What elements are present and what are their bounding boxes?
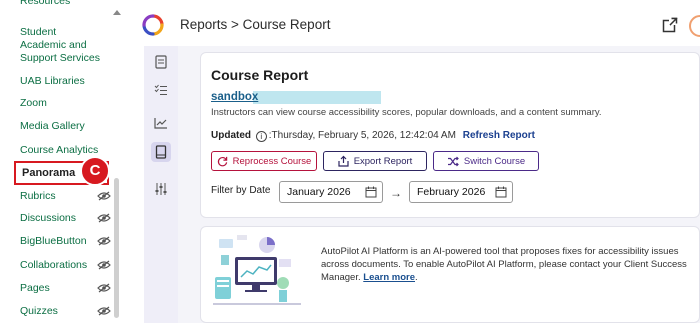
rail-course-report-icon[interactable]	[151, 142, 171, 162]
shuffle-icon	[447, 156, 459, 166]
nav-item-pages[interactable]: Pages	[20, 282, 50, 295]
nav-item-rubrics[interactable]: Rubrics	[20, 190, 56, 203]
updated-timestamp: :Thursday, February 5, 2026, 12:42:04 AM	[268, 130, 456, 141]
rail-checklist-icon[interactable]	[151, 80, 171, 100]
open-external-icon[interactable]	[662, 17, 678, 33]
scroll-up-arrow[interactable]	[113, 10, 121, 15]
date-from-picker[interactable]: January 2026	[279, 181, 383, 203]
rail-settings-sliders-icon[interactable]	[151, 179, 171, 199]
calendar-icon	[365, 186, 377, 198]
nav-item-panorama-label: Panorama	[22, 167, 76, 179]
updated-line: Updated i:Thursday, February 5, 2026, 12…	[211, 130, 535, 142]
user-avatar[interactable]	[689, 15, 700, 37]
redacted-course-name	[253, 91, 381, 104]
export-report-label: Export Report	[353, 155, 413, 167]
switch-course-label: Switch Course	[463, 155, 526, 167]
report-side-rail	[144, 46, 178, 323]
nav-item-discussions[interactable]: Discussions	[20, 212, 76, 225]
nav-item-collaborations[interactable]: Collaborations	[20, 259, 87, 272]
switch-course-button[interactable]: Switch Course	[433, 151, 539, 171]
autopilot-card: AutoPilot AI Platform is an AI-powered t…	[200, 226, 700, 323]
course-report-card: Course Report sandbox Instructors can vi…	[200, 52, 700, 218]
updated-label: Updated	[211, 130, 251, 141]
top-bar: Reports > Course Report	[132, 6, 700, 44]
nav-item-student-services[interactable]: Student Academic and Support Services	[20, 26, 104, 65]
arrow-right-icon: →	[390, 186, 402, 200]
upload-icon	[338, 155, 349, 167]
course-navigation: Resources Student Academic and Support S…	[0, 0, 124, 323]
date-to-picker[interactable]: February 2026	[409, 181, 513, 203]
nav-item-uab-libraries[interactable]: UAB Libraries	[20, 75, 85, 88]
nav-item-bigbluebutton[interactable]: BigBlueButton	[20, 235, 87, 248]
autopilot-period: .	[415, 272, 418, 283]
callout-badge: C	[80, 156, 110, 186]
nav-item-resources[interactable]: Resources	[20, 0, 70, 8]
hidden-eye-icon	[97, 283, 111, 293]
date-to-value: February 2026	[417, 186, 486, 198]
app-logo-icon	[142, 14, 164, 36]
rail-document-icon[interactable]	[151, 52, 171, 72]
date-from-value: January 2026	[287, 186, 351, 198]
report-app: Reports > Course Report Course Report sa…	[124, 0, 700, 323]
autopilot-description: AutoPilot AI Platform is an AI-powered t…	[321, 245, 691, 284]
reprocess-course-button[interactable]: Reprocess Course	[211, 151, 317, 171]
nav-item-media-gallery[interactable]: Media Gallery	[20, 120, 85, 133]
nav-item-zoom[interactable]: Zoom	[20, 97, 47, 110]
page-title: Course Report	[211, 67, 309, 83]
refresh-report-link[interactable]: Refresh Report	[463, 130, 535, 141]
hidden-eye-icon	[97, 213, 111, 223]
nav-item-quizzes[interactable]: Quizzes	[20, 305, 58, 318]
filter-by-date-label: Filter by Date	[211, 185, 271, 196]
rail-analytics-icon[interactable]	[151, 113, 171, 133]
export-report-button[interactable]: Export Report	[323, 151, 427, 171]
hidden-eye-icon	[97, 306, 111, 316]
nav-item-course-analytics[interactable]: Course Analytics	[20, 144, 98, 157]
report-description: Instructors can view course accessibilit…	[211, 107, 602, 118]
info-icon[interactable]: i	[255, 131, 267, 142]
hidden-eye-icon	[97, 191, 111, 201]
hidden-eye-icon	[97, 260, 111, 270]
breadcrumb: Reports > Course Report	[180, 17, 331, 32]
autopilot-illustration	[213, 235, 301, 305]
learn-more-link[interactable]: Learn more	[363, 272, 415, 283]
course-link[interactable]: sandbox	[211, 91, 258, 103]
refresh-icon	[217, 156, 227, 166]
reprocess-course-label: Reprocess Course	[232, 155, 312, 167]
scrollbar-thumb[interactable]	[114, 178, 119, 318]
hidden-eye-icon	[97, 236, 111, 246]
calendar-icon	[495, 186, 507, 198]
